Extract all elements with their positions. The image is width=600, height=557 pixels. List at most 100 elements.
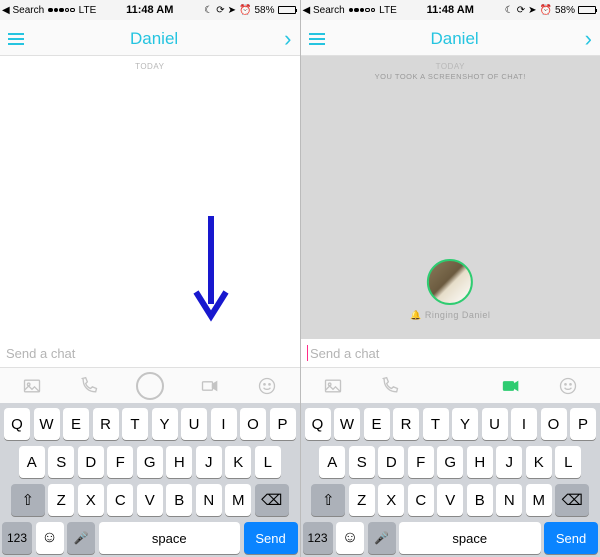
sticker-smiley-icon[interactable] (558, 376, 578, 396)
shift-key[interactable]: ⇧ (11, 484, 45, 516)
input-placeholder: Send a chat (6, 346, 75, 361)
key-p[interactable]: P (570, 408, 596, 440)
key-t[interactable]: T (122, 408, 148, 440)
chat-header: Daniel › (0, 20, 300, 56)
key-e[interactable]: E (63, 408, 89, 440)
key-n[interactable]: N (496, 484, 522, 516)
chat-body[interactable]: TODAY YOU TOOK A SCREENSHOT OF CHAT! 🔔 R… (301, 56, 600, 339)
key-s[interactable]: S (349, 446, 375, 478)
key-o[interactable]: O (240, 408, 266, 440)
key-z[interactable]: Z (349, 484, 375, 516)
key-w[interactable]: W (34, 408, 60, 440)
mic-key[interactable]: 🎤 (67, 522, 95, 554)
key-w[interactable]: W (334, 408, 360, 440)
key-g[interactable]: G (137, 446, 163, 478)
dnd-icon: ☾ (505, 5, 514, 16)
key-y[interactable]: Y (452, 408, 478, 440)
key-r[interactable]: R (393, 408, 419, 440)
key-b[interactable]: B (166, 484, 192, 516)
gallery-icon[interactable] (323, 376, 343, 396)
date-divider: TODAY (0, 62, 300, 71)
space-key[interactable]: space (399, 522, 541, 554)
shift-key[interactable]: ⇧ (311, 484, 345, 516)
key-e[interactable]: E (364, 408, 390, 440)
message-input[interactable]: Send a chat (301, 339, 600, 367)
keyboard: QWERTYUIOP ASDFGHJKL ⇧ ZXCVBNM ⌫ 123 ☺ 🎤… (301, 403, 600, 557)
key-i[interactable]: I (211, 408, 237, 440)
key-m[interactable]: M (526, 484, 552, 516)
key-a[interactable]: A (19, 446, 45, 478)
back-to-search[interactable]: ◀ Search (303, 5, 345, 16)
key-u[interactable]: U (181, 408, 207, 440)
key-m[interactable]: M (225, 484, 251, 516)
key-x[interactable]: X (378, 484, 404, 516)
key-k[interactable]: K (225, 446, 251, 478)
key-d[interactable]: D (378, 446, 404, 478)
key-l[interactable]: L (255, 446, 281, 478)
key-v[interactable]: V (437, 484, 463, 516)
menu-button[interactable] (309, 33, 325, 45)
numbers-key[interactable]: 123 (2, 522, 32, 554)
key-y[interactable]: Y (152, 408, 178, 440)
gallery-icon[interactable] (22, 376, 42, 396)
key-f[interactable]: F (408, 446, 434, 478)
key-n[interactable]: N (196, 484, 222, 516)
key-j[interactable]: J (196, 446, 222, 478)
keyboard-row-3: ⇧ ZXCVBNM ⌫ (2, 484, 298, 516)
numbers-key[interactable]: 123 (303, 522, 333, 554)
voice-call-icon[interactable] (380, 376, 400, 396)
contact-avatar[interactable] (427, 259, 473, 305)
forward-chevron-icon[interactable]: › (284, 26, 291, 52)
key-v[interactable]: V (137, 484, 163, 516)
key-c[interactable]: C (408, 484, 434, 516)
ringing-label: 🔔 Ringing Daniel (410, 310, 490, 321)
key-q[interactable]: Q (4, 408, 30, 440)
key-r[interactable]: R (93, 408, 119, 440)
forward-chevron-icon[interactable]: › (585, 26, 592, 52)
key-b[interactable]: B (467, 484, 493, 516)
menu-button[interactable] (8, 33, 24, 45)
key-j[interactable]: J (496, 446, 522, 478)
input-placeholder: Send a chat (310, 346, 379, 361)
space-key[interactable]: space (99, 522, 241, 554)
backspace-key[interactable]: ⌫ (255, 484, 289, 516)
shutter-button[interactable] (136, 372, 164, 400)
mic-key[interactable]: 🎤 (368, 522, 396, 554)
key-f[interactable]: F (107, 446, 133, 478)
chat-title[interactable]: Daniel (430, 29, 478, 49)
video-call-icon[interactable] (501, 376, 521, 396)
send-key[interactable]: Send (244, 522, 298, 554)
voice-call-icon[interactable] (79, 376, 99, 396)
key-t[interactable]: T (423, 408, 449, 440)
key-z[interactable]: Z (48, 484, 74, 516)
key-p[interactable]: P (270, 408, 296, 440)
key-l[interactable]: L (555, 446, 581, 478)
video-call-icon[interactable] (200, 376, 220, 396)
backspace-key[interactable]: ⌫ (555, 484, 589, 516)
key-a[interactable]: A (319, 446, 345, 478)
screenshot-notice: YOU TOOK A SCREENSHOT OF CHAT! (301, 72, 600, 81)
key-u[interactable]: U (482, 408, 508, 440)
send-key[interactable]: Send (544, 522, 598, 554)
emoji-key[interactable]: ☺ (336, 522, 364, 554)
sticker-smiley-icon[interactable] (257, 376, 277, 396)
orientation-lock-icon: ⟳ (216, 5, 224, 16)
key-k[interactable]: K (526, 446, 552, 478)
key-h[interactable]: H (467, 446, 493, 478)
date-divider: TODAY (301, 62, 600, 71)
back-to-search[interactable]: ◀ Search (2, 5, 44, 16)
key-o[interactable]: O (541, 408, 567, 440)
message-input[interactable]: Send a chat (0, 339, 300, 367)
key-x[interactable]: X (78, 484, 104, 516)
emoji-key[interactable]: ☺ (36, 522, 64, 554)
key-h[interactable]: H (166, 446, 192, 478)
chat-title[interactable]: Daniel (130, 29, 178, 49)
key-d[interactable]: D (78, 446, 104, 478)
chat-body[interactable]: TODAY (0, 56, 300, 339)
key-c[interactable]: C (107, 484, 133, 516)
key-q[interactable]: Q (305, 408, 331, 440)
key-g[interactable]: G (437, 446, 463, 478)
key-i[interactable]: I (511, 408, 537, 440)
keyboard-row-1: QWERTYUIOP (2, 408, 298, 440)
key-s[interactable]: S (48, 446, 74, 478)
